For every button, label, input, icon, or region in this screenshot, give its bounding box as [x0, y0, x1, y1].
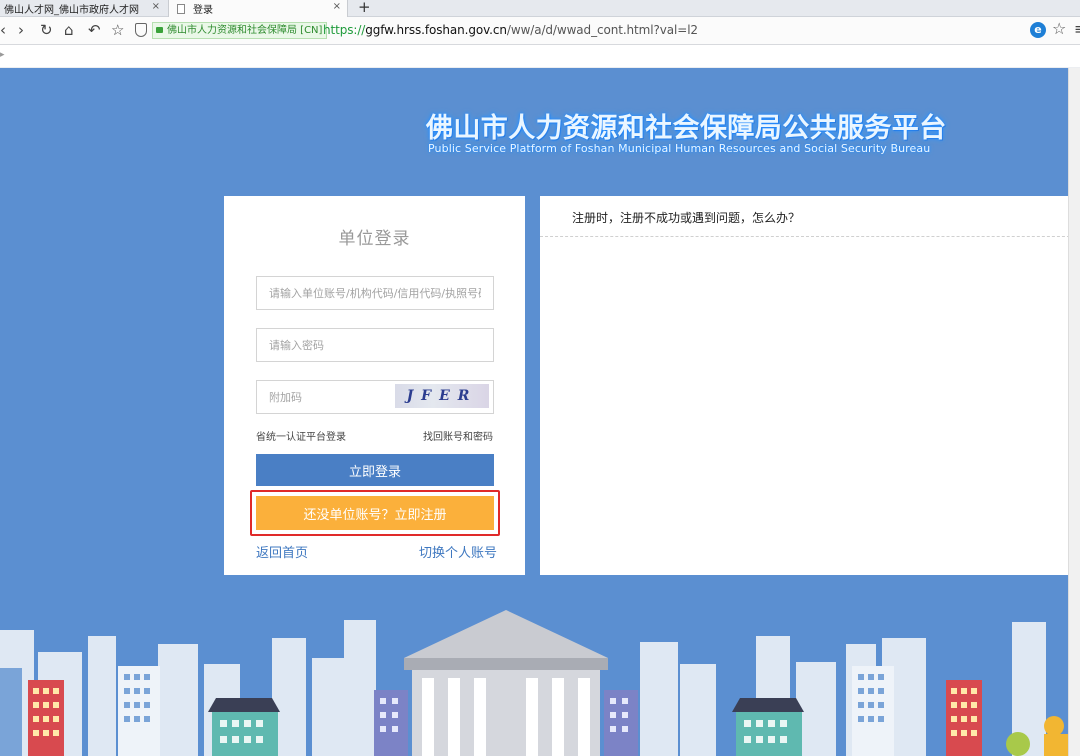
favorite-icon[interactable]: ☆ — [1052, 19, 1066, 38]
help-panel: 注册时，注册不成功或遇到问题，怎么办？ — [540, 196, 1068, 575]
ie-icon[interactable]: e — [1030, 22, 1046, 38]
url-scheme: https:// — [323, 23, 366, 37]
reload-icon[interactable]: ↻ — [40, 20, 53, 40]
shield-icon[interactable] — [135, 23, 147, 37]
tab-title: 登录 — [193, 5, 213, 16]
undo-icon[interactable]: ↶ — [88, 20, 101, 40]
site-identity-badge[interactable]: 佛山市人力资源和社会保障局 [CN] — [152, 22, 328, 39]
close-icon[interactable]: × — [333, 1, 341, 12]
forward-icon[interactable]: › — [18, 20, 24, 40]
login-button[interactable]: 立即登录 — [256, 454, 494, 486]
platform-title: 佛山市人力资源和社会保障局公共服务平台 — [426, 113, 947, 144]
login-title: 单位登录 — [338, 229, 411, 249]
login-panel: 单位登录 JFER 省统一认证平台登录 找回账号和密码 立即登录 还没单位账号？… — [224, 196, 525, 575]
tab-title: 佛山人才网_佛山市政府人才网 — [4, 5, 139, 16]
home-icon[interactable]: ⌂ — [64, 20, 74, 40]
bookmark-arrow-icon: ▸ — [0, 50, 5, 60]
city-skyline-illustration — [0, 610, 1068, 756]
password-input[interactable] — [256, 328, 494, 362]
captcha-image[interactable]: JFER — [395, 384, 489, 408]
page-background: 佛山市人力资源和社会保障局公共服务平台 Public Service Platf… — [0, 68, 1068, 756]
page-scrollbar[interactable] — [1068, 68, 1080, 756]
close-icon[interactable]: × — [152, 1, 160, 12]
new-tab-button[interactable]: + — [358, 0, 371, 16]
bookmark-strip: ▸ — [0, 46, 1080, 68]
account-input[interactable] — [256, 276, 494, 310]
help-question-link[interactable]: 注册时，注册不成功或遇到问题，怎么办？ — [572, 209, 800, 226]
tab-login[interactable]: 登录 × — [168, 0, 348, 17]
url-path: /ww/a/d/wwad_cont.html?val=l2 — [506, 23, 698, 37]
browser-nav-bar: ‹ › ↻ ⌂ ↶ ☆ 佛山市人力资源和社会保障局 [CN] https://g… — [0, 17, 1080, 45]
platform-subtitle: Public Service Platform of Foshan Munici… — [428, 142, 931, 155]
back-home-link[interactable]: 返回首页 — [256, 542, 308, 561]
bookmark-star-icon[interactable]: ☆ — [111, 20, 124, 40]
recover-account-link[interactable]: 找回账号和密码 — [423, 428, 493, 443]
register-button[interactable]: 还没单位账号？立即注册 — [256, 496, 494, 530]
address-bar[interactable]: https://ggfw.hrss.foshan.gov.cn/ww/a/d/w… — [323, 23, 698, 37]
help-divider — [540, 236, 1068, 237]
switch-personal-account-link[interactable]: 切换个人账号 — [419, 542, 497, 561]
url-host: ggfw.hrss.foshan.gov.cn — [365, 23, 507, 37]
tab-foshan-talent[interactable]: 佛山人才网_佛山市政府人才网 × — [0, 0, 166, 17]
unified-auth-login-link[interactable]: 省统一认证平台登录 — [256, 428, 346, 443]
browser-tab-bar: 佛山人才网_佛山市政府人才网 × 登录 × + — [0, 0, 1080, 17]
back-icon[interactable]: ‹ — [0, 20, 6, 40]
document-icon — [177, 3, 185, 14]
menu-icon[interactable]: ≡ — [1074, 20, 1080, 38]
